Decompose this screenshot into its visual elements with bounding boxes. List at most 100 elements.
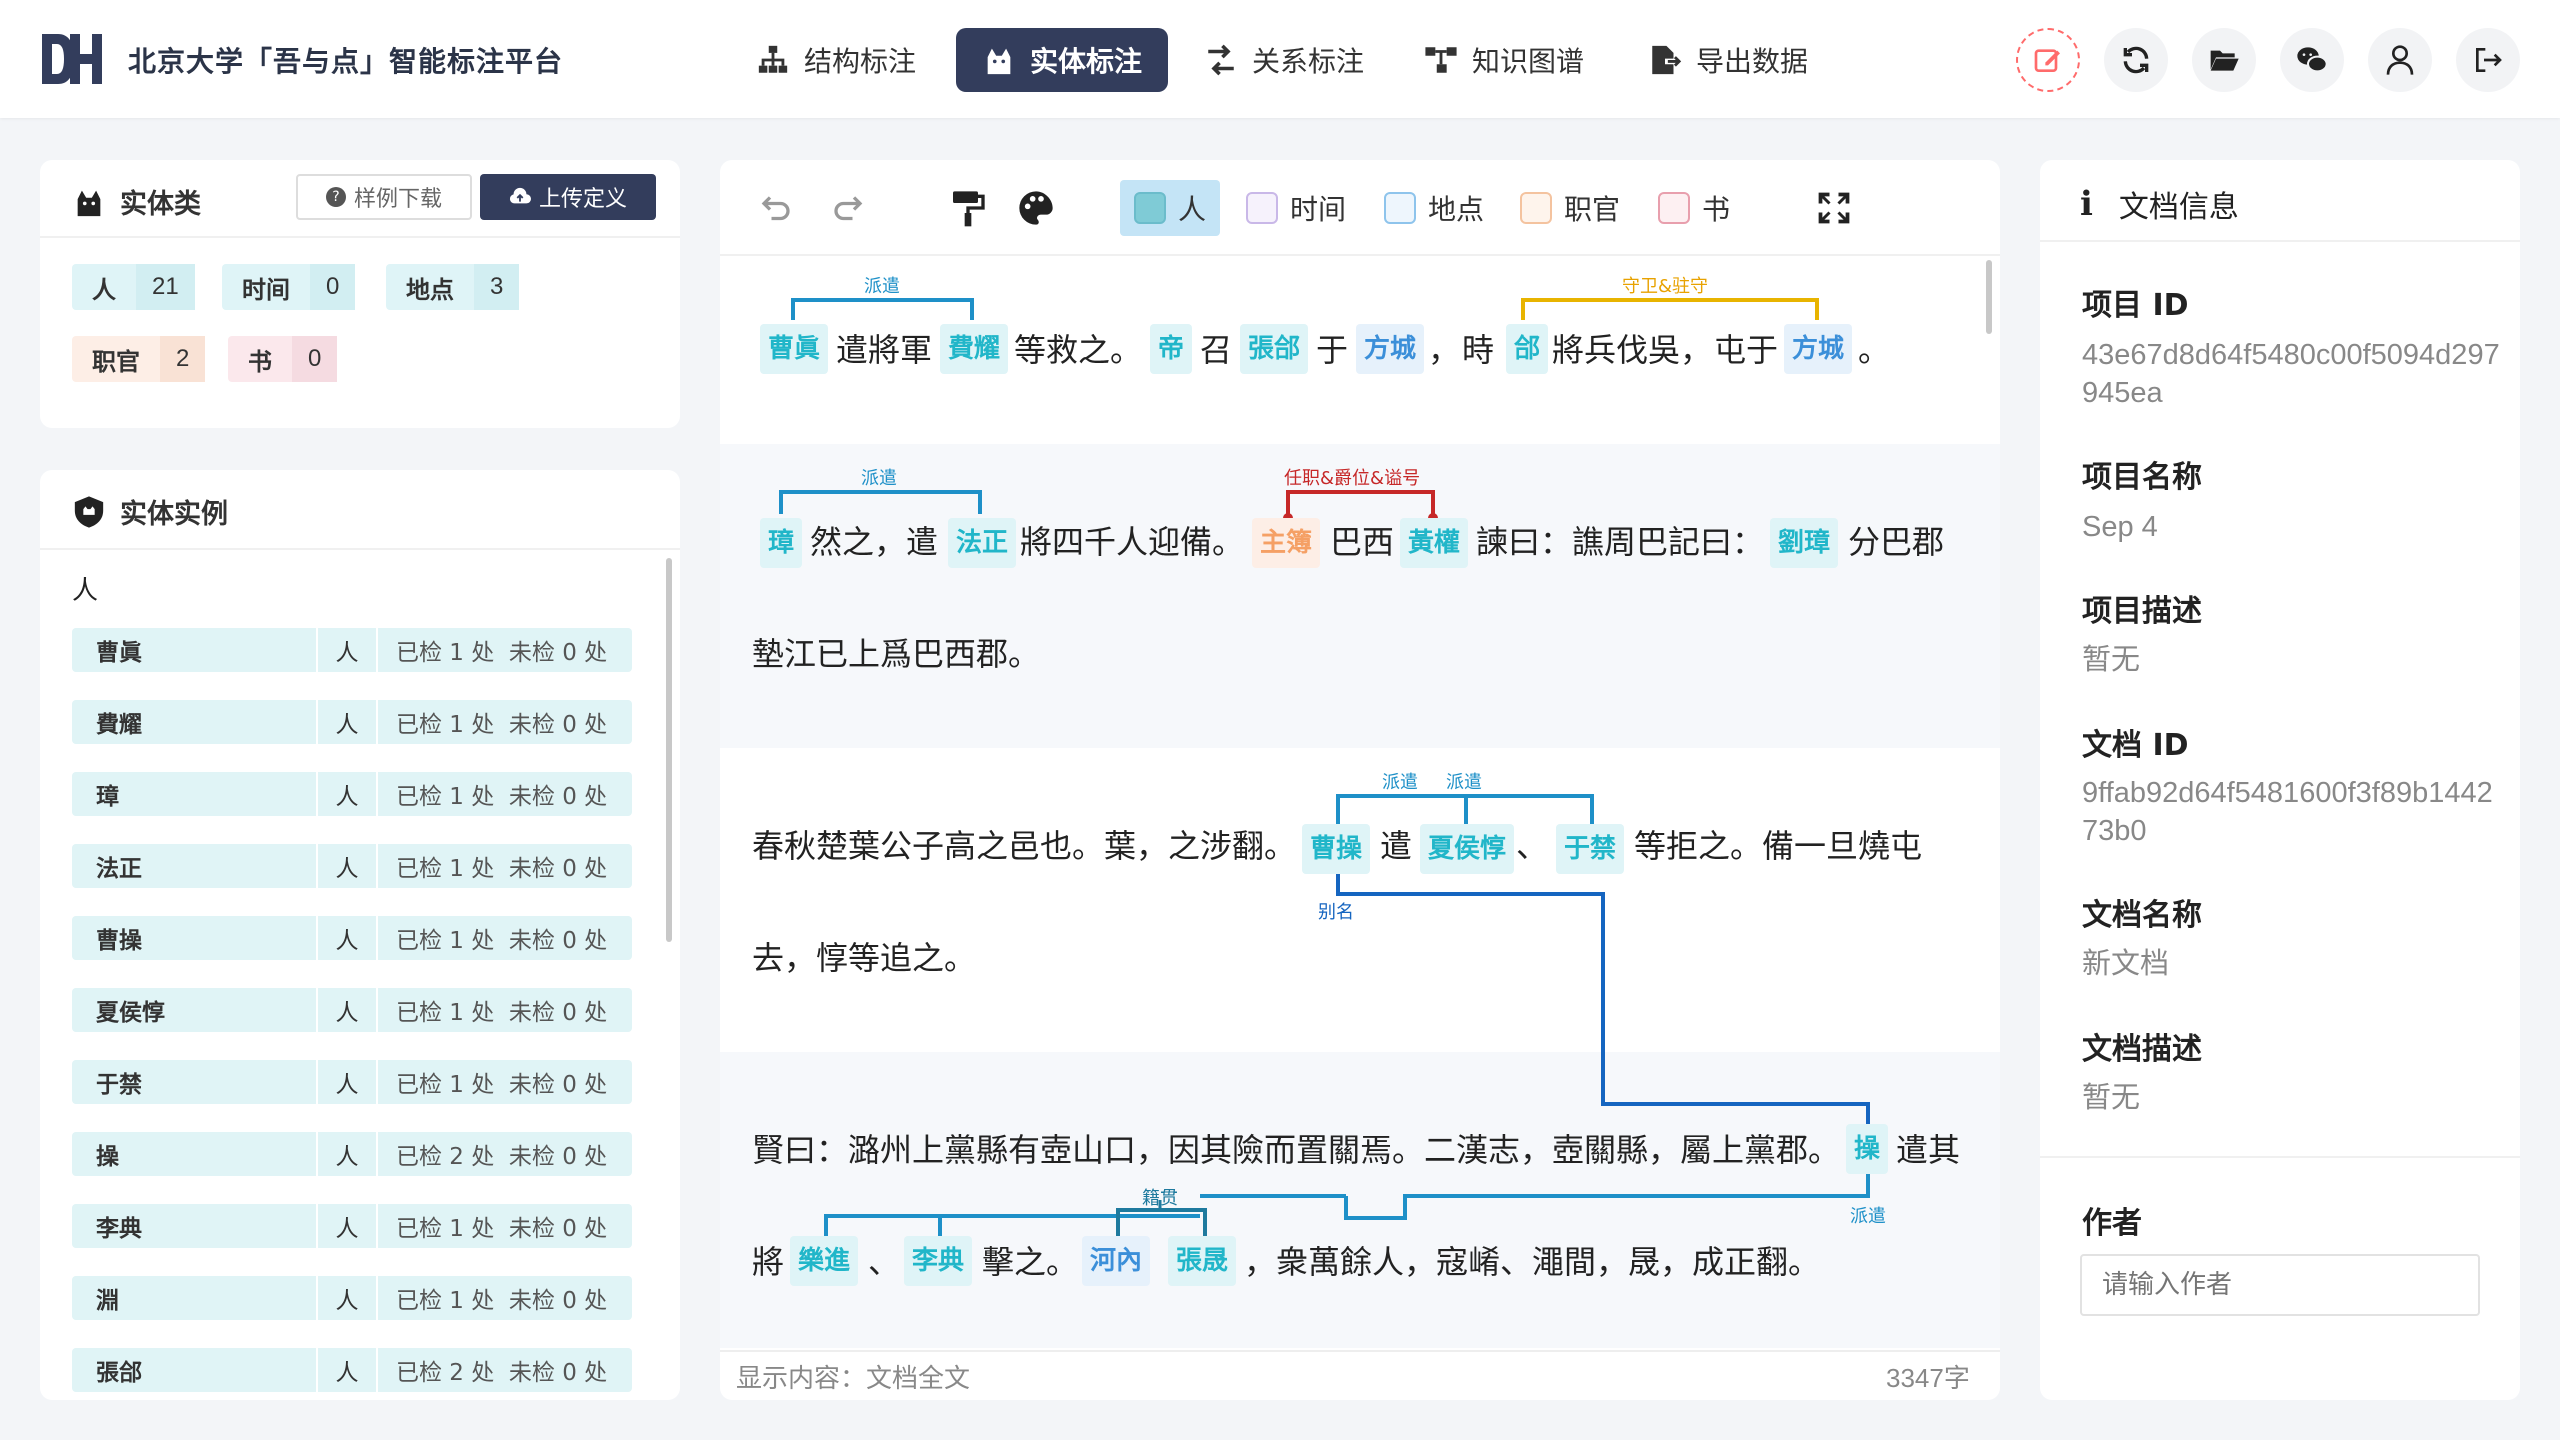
legend-person[interactable]: 人 [1120, 180, 1221, 236]
entity-person[interactable]: 于禁 [1556, 824, 1625, 874]
entity-person[interactable]: 郃 [1506, 324, 1549, 374]
cat-icon [987, 48, 1011, 75]
instance-status: 已检 1 处 未检 0 处 [396, 1216, 608, 1242]
instance-type: 人 [318, 628, 378, 672]
legend-book[interactable]: 书 [1644, 180, 1744, 236]
entity-instance-row[interactable]: 法正人已检 1 处 未检 0 处 [72, 844, 632, 888]
relation-label[interactable]: 籍贯 [1142, 1184, 1178, 1210]
legend-time[interactable]: 时间 [1232, 180, 1360, 236]
entity-instance-row[interactable]: 于禁人已检 1 处 未检 0 处 [72, 1060, 632, 1104]
entity-person[interactable]: 夏侯惇 [1420, 824, 1515, 874]
instance-status: 已检 1 处 未检 0 处 [396, 640, 608, 666]
entity-location[interactable]: 方城 [1356, 324, 1425, 374]
instance-type: 人 [318, 1132, 378, 1176]
nav-knowledge-graph[interactable]: 知识图谱 [1398, 28, 1610, 92]
wechat-button[interactable] [2280, 28, 2344, 92]
entity-tag-post[interactable]: 职官 2 [72, 336, 206, 382]
entity-instance-row[interactable]: 張郃人已检 2 处 未检 0 处 [72, 1348, 632, 1392]
swatch-post [1520, 192, 1552, 224]
entity-types-title-text: 实体类 [120, 189, 201, 220]
entity-tag-person[interactable]: 人 21 [72, 264, 195, 310]
relation-label[interactable]: 派遣 [1382, 768, 1418, 794]
sample-download-button[interactable]: ? 样例下载 [296, 174, 472, 220]
text-span: 巴西 [1330, 523, 1395, 561]
open-folder-button[interactable] [2192, 28, 2256, 92]
entity-person[interactable]: 璋 [760, 518, 803, 568]
instance-status: 已检 1 处 未检 0 处 [396, 1288, 608, 1314]
entity-instance-row[interactable]: 李典人已检 1 处 未检 0 处 [72, 1204, 632, 1248]
arrows-icon [1208, 44, 1234, 76]
instance-type: 人 [318, 772, 378, 816]
refresh-button[interactable] [2104, 28, 2168, 92]
entity-location[interactable]: 方城 [1784, 324, 1853, 374]
project-id-value: 43e67d8d64f5480c00f5094d297945ea [2082, 339, 2500, 409]
palette-icon[interactable] [1016, 188, 1056, 228]
author-input[interactable] [2080, 1254, 2480, 1316]
relation-label[interactable]: 派遣 [1446, 768, 1482, 794]
edit-button[interactable] [2016, 28, 2080, 92]
undo-icon[interactable] [758, 190, 794, 226]
editor-scrollbar[interactable] [1986, 260, 1992, 334]
entity-person[interactable]: 張晟 [1168, 1236, 1237, 1286]
nav-export-data[interactable]: 导出数据 [1622, 28, 1834, 92]
entity-person[interactable]: 曹操 [1302, 824, 1371, 874]
entity-person[interactable]: 法正 [948, 518, 1017, 568]
entity-person[interactable]: 黃權 [1400, 518, 1469, 568]
legend-location[interactable]: 地点 [1370, 180, 1498, 236]
entity-location[interactable]: 河內 [1082, 1236, 1151, 1286]
nav-entity-annotation[interactable]: 实体标注 [956, 28, 1169, 92]
upload-definition-button[interactable]: 上传定义 [480, 174, 656, 220]
entity-person[interactable]: 費耀 [940, 324, 1009, 374]
entity-instances-title: 实体实例 [72, 492, 228, 531]
text-span: 等拒之。備一旦燒屯 [1634, 827, 1923, 865]
cloud-upload-icon [509, 187, 531, 204]
text-span: 、 [868, 1243, 901, 1281]
entity-person[interactable]: 曹眞 [760, 324, 829, 374]
instance-type: 人 [318, 1276, 378, 1320]
entity-instance-row[interactable]: 淵人已检 1 处 未检 0 处 [72, 1276, 632, 1320]
entity-person[interactable]: 李典 [904, 1236, 973, 1286]
instance-type: 人 [318, 1060, 378, 1104]
fullscreen-icon[interactable] [1816, 190, 1852, 226]
entity-instance-row[interactable]: 曹操人已检 1 处 未检 0 处 [72, 916, 632, 960]
text-span: 遣將軍 [836, 331, 933, 369]
entity-person[interactable]: 帝 [1150, 324, 1193, 374]
entity-tag-book[interactable]: 书0 [228, 336, 338, 382]
instances-scrollbar[interactable] [666, 558, 672, 942]
nav-structure-annotation[interactable]: 结构标注 [730, 28, 942, 92]
entity-person[interactable]: 劉璋 [1770, 518, 1839, 568]
entity-person[interactable]: 樂進 [790, 1236, 859, 1286]
entity-tag-location[interactable]: 地点 3 [386, 264, 520, 310]
relation-label[interactable]: 派遣 [864, 272, 900, 298]
divider [40, 236, 680, 238]
entity-tag-time[interactable]: 时间 0 [222, 264, 356, 310]
legend-post[interactable]: 职官 [1506, 180, 1634, 236]
relation-label[interactable]: 派遣 [1850, 1202, 1886, 1228]
text-span: 于 [1316, 331, 1349, 369]
entity-person[interactable]: 張郃 [1240, 324, 1309, 374]
doc-desc-value: 暂无 [2082, 1080, 2141, 1114]
nav-relation-annotation[interactable]: 关系标注 [1178, 28, 1390, 92]
text-span: 、 [1516, 827, 1549, 865]
redo-icon[interactable] [830, 190, 866, 226]
entity-post[interactable]: 主簿 [1252, 518, 1321, 568]
text-span: 賢曰：潞州上黨縣有壺山口，因其險而置關焉。二漢志，壺關縣，屬上黨郡。 [752, 1131, 1841, 1169]
entity-instance-row[interactable]: 曹眞人已检 1 处 未检 0 处 [72, 628, 632, 672]
entity-instance-row[interactable]: 璋人已检 1 处 未检 0 处 [72, 772, 632, 816]
divider [720, 1350, 2000, 1352]
format-painter-icon[interactable] [948, 188, 988, 228]
entity-instance-row[interactable]: 操人已检 2 处 未检 0 处 [72, 1132, 632, 1176]
entity-instance-row[interactable]: 夏侯惇人已检 1 处 未检 0 处 [72, 988, 632, 1032]
instance-status: 已检 1 处 未检 0 处 [396, 928, 608, 954]
user-button[interactable] [2368, 28, 2432, 92]
relation-label[interactable]: 派遣 [861, 464, 897, 490]
instance-name: 曹眞 [72, 628, 318, 672]
logout-button[interactable] [2456, 28, 2520, 92]
entity-instance-row[interactable]: 費耀人已检 1 处 未检 0 处 [72, 700, 632, 744]
doc-name-value: 新文档 [2082, 946, 2170, 980]
entity-person[interactable]: 操 [1846, 1124, 1889, 1174]
user-icon [2386, 45, 2414, 75]
relation-label[interactable]: 别名 [1318, 898, 1354, 924]
relation-label[interactable]: 任职&爵位&谥号 [1284, 464, 1420, 490]
relation-label[interactable]: 守卫&驻守 [1622, 272, 1708, 298]
